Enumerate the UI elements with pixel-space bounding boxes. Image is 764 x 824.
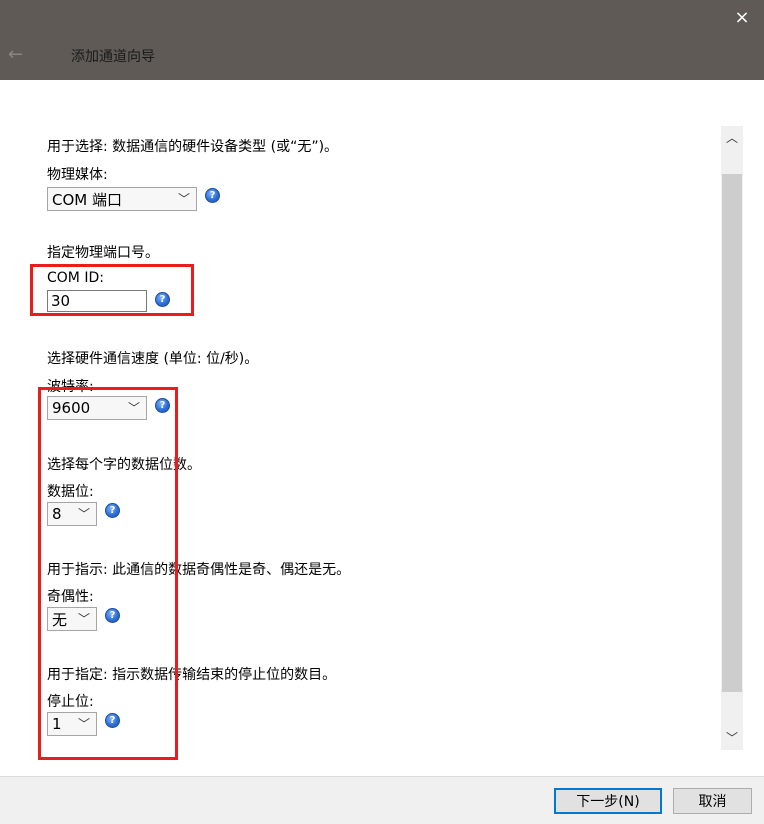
wizard-title: 添加通道向导 — [71, 49, 155, 65]
scroll-down-icon[interactable]: ﹀ — [721, 726, 743, 750]
media-label: 物理媒体: — [47, 167, 108, 183]
media-select[interactable]: COM 端口 ﹀ — [47, 187, 197, 211]
title-bar: × ← 添加通道向导 — [0, 0, 764, 80]
footer-bar: 下一步(N) 取消 — [0, 776, 764, 824]
media-description: 用于选择: 数据通信的硬件设备类型 (或“无”)。 — [47, 139, 339, 155]
close-icon[interactable]: × — [730, 6, 754, 30]
chevron-down-icon: ﹀ — [177, 192, 190, 206]
com-id-highlight-box — [30, 264, 194, 316]
media-help-icon[interactable]: ? — [205, 188, 220, 203]
scroll-up-icon[interactable]: ︿ — [721, 126, 743, 150]
next-button[interactable]: 下一步(N) — [554, 788, 662, 814]
vertical-scrollbar[interactable]: ︿ ﹀ — [721, 126, 743, 750]
scrollbar-thumb[interactable] — [722, 174, 742, 692]
wizard-content: 用于选择: 数据通信的硬件设备类型 (或“无”)。 物理媒体: COM 端口 ﹀… — [0, 80, 720, 776]
media-select-value: COM 端口 — [52, 190, 122, 209]
back-arrow-icon[interactable]: ← — [8, 45, 28, 65]
serial-settings-highlight-box — [38, 387, 178, 760]
baud-description: 选择硬件通信速度 (单位: 位/秒)。 — [47, 351, 259, 367]
port-description: 指定物理端口号。 — [47, 245, 159, 261]
cancel-button[interactable]: 取消 — [673, 788, 752, 814]
